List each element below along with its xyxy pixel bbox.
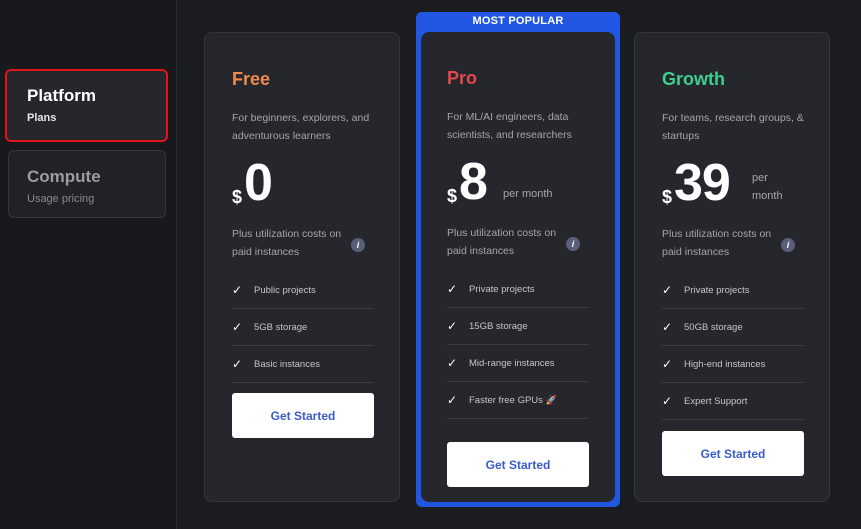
rocket-icon: 🚀 xyxy=(545,394,558,405)
currency-symbol: $ xyxy=(232,187,243,207)
feature-label: Faster free GPUs xyxy=(469,394,543,406)
feature-item: ✓ 15GB storage xyxy=(447,308,589,345)
plan-card-growth: Growth For teams, research groups, & sta… xyxy=(634,32,830,502)
feature-label: Private projects xyxy=(469,283,535,295)
feature-list: ✓ Private projects ✓ 15GB storage ✓ Mid-ran… xyxy=(447,271,589,419)
price-amount: 0 xyxy=(244,154,273,212)
check-icon: ✓ xyxy=(447,393,458,407)
plan-card-free: Free For beginners, explorers, and adven… xyxy=(204,32,400,502)
get-started-button-pro[interactable]: Get Started xyxy=(447,442,589,487)
tab-platform-plans[interactable]: Platform Plans xyxy=(5,69,168,142)
feature-item: ✓ 5GB storage xyxy=(232,309,374,346)
feature-item: ✓ Faster free GPUs 🚀 xyxy=(447,382,589,419)
check-icon: ✓ xyxy=(232,283,243,297)
tab-title: Platform xyxy=(27,86,96,105)
check-icon: ✓ xyxy=(232,357,243,371)
tab-compute-usage-pricing[interactable]: Compute Usage pricing xyxy=(8,150,166,218)
tab-title: Compute xyxy=(27,167,101,186)
utilization-note: Plus utilization costs on paid instances xyxy=(447,227,557,257)
feature-label: 5GB storage xyxy=(254,321,308,333)
plan-name: Free xyxy=(232,69,271,89)
plan-description: For ML/AI engineers, data scientists, an… xyxy=(447,111,572,141)
tab-subtitle: Plans xyxy=(27,112,57,124)
feature-label: High-end instances xyxy=(684,358,766,370)
info-icon[interactable]: i xyxy=(351,238,365,252)
check-icon: ✓ xyxy=(232,320,243,334)
price-period: per month xyxy=(752,172,783,202)
tab-subtitle: Usage pricing xyxy=(27,193,95,205)
feature-list: ✓ Public projects ✓ 5GB storage ✓ Basic ins… xyxy=(232,272,374,383)
check-icon: ✓ xyxy=(447,282,458,296)
check-icon: ✓ xyxy=(662,283,673,297)
feature-label: 50GB storage xyxy=(684,321,743,333)
plan-description: For beginners, explorers, and adventurou… xyxy=(232,112,370,142)
get-started-button-free[interactable]: Get Started xyxy=(232,393,374,438)
utilization-note: Plus utilization costs on paid instances xyxy=(232,228,342,258)
feature-list: ✓ Private projects ✓ 50GB storage ✓ High-en… xyxy=(662,272,804,420)
most-popular-badge: MOST POPULAR xyxy=(472,15,564,27)
price-period: per month xyxy=(503,188,553,200)
plan-card-pro-highlight: MOST POPULAR Pro For ML/AI engineers, da… xyxy=(416,12,620,507)
feature-label: 15GB storage xyxy=(469,320,528,332)
plan-name: Pro xyxy=(447,68,478,88)
feature-item: ✓ Private projects xyxy=(447,271,589,308)
get-started-button-growth[interactable]: Get Started xyxy=(662,431,804,476)
plan-card-pro: Pro For ML/AI engineers, data scientists… xyxy=(421,32,615,502)
check-icon: ✓ xyxy=(662,320,673,334)
info-icon[interactable]: i xyxy=(781,238,795,252)
price-amount: 8 xyxy=(459,153,488,211)
feature-item: ✓ Private projects xyxy=(662,272,804,309)
plan-name: Growth xyxy=(662,69,725,89)
feature-label: Public projects xyxy=(254,284,316,296)
feature-item: ✓ Mid-range instances xyxy=(447,345,589,382)
check-icon: ✓ xyxy=(447,356,458,370)
price-amount: 39 xyxy=(674,154,731,212)
feature-item: ✓ Expert Support xyxy=(662,383,804,420)
info-icon[interactable]: i xyxy=(566,237,580,251)
currency-symbol: $ xyxy=(662,187,673,207)
check-icon: ✓ xyxy=(662,394,673,408)
plan-description: For teams, research groups, & startups xyxy=(662,112,804,142)
sidebar: Platform Plans Compute Usage pricing xyxy=(0,0,177,529)
feature-label: Private projects xyxy=(684,284,750,296)
feature-item: ✓ Public projects xyxy=(232,272,374,309)
check-icon: ✓ xyxy=(662,357,673,371)
check-icon: ✓ xyxy=(447,319,458,333)
feature-label: Expert Support xyxy=(684,395,748,407)
feature-label: Mid-range instances xyxy=(469,357,555,369)
currency-symbol: $ xyxy=(447,186,458,206)
utilization-note: Plus utilization costs on paid instances xyxy=(662,228,772,258)
feature-label: Basic instances xyxy=(254,358,321,370)
feature-item: ✓ 50GB storage xyxy=(662,309,804,346)
feature-item: ✓ Basic instances xyxy=(232,346,374,383)
feature-item: ✓ High-end instances xyxy=(662,346,804,383)
